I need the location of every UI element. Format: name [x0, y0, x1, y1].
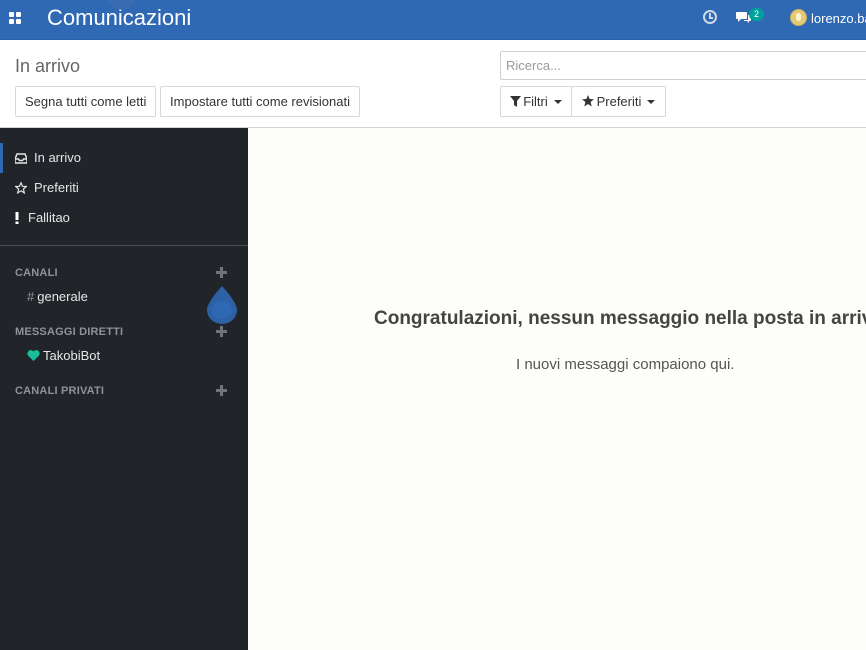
add-direct-message-icon[interactable]: [216, 326, 227, 337]
mark-all-reviewed-button[interactable]: Impostare tutti come revisionati: [160, 86, 360, 117]
add-channel-icon[interactable]: [216, 267, 227, 278]
channel-item-generale[interactable]: # generale: [27, 289, 88, 304]
sidebar-item-label: Fallitao: [28, 210, 70, 225]
direct-message-item-takobibot[interactable]: TakobiBot: [27, 348, 100, 363]
star-icon: [581, 95, 594, 107]
heart-icon: [27, 350, 40, 361]
chevron-down-icon: [553, 100, 562, 104]
empty-inbox-title: Congratulazioni, nessun messaggio nella …: [374, 308, 866, 329]
cursor-marker: [207, 286, 237, 324]
channels-header: CANALI: [15, 267, 58, 279]
private-channels-header: CANALI PRIVATI: [15, 385, 105, 397]
search-input[interactable]: [500, 51, 866, 80]
inbox-icon: [15, 153, 27, 164]
sidebar-item-starred[interactable]: Preferiti: [0, 173, 248, 203]
user-avatar[interactable]: [790, 9, 807, 26]
hash-icon: #: [27, 289, 35, 304]
sidebar-item-label: In arrivo: [34, 150, 81, 165]
filter-icon: [510, 96, 522, 107]
direct-message-label: TakobiBot: [43, 348, 101, 363]
control-panel: In arrivo Segna tutti come letti Imposta…: [0, 41, 866, 128]
top-navbar: Comunicazioni 2 lorenzo.ba: [0, 0, 866, 40]
channel-label: generale: [37, 289, 88, 304]
chat-badge: 2: [749, 8, 764, 21]
activity-clock-icon[interactable]: [703, 10, 717, 24]
filters-button[interactable]: Filtri: [500, 86, 572, 117]
apps-menu-icon[interactable]: [9, 12, 21, 24]
user-menu[interactable]: lorenzo.ba: [811, 11, 866, 26]
mark-all-read-button[interactable]: Segna tutti come letti: [15, 86, 156, 117]
sidebar-item-inbox[interactable]: In arrivo: [0, 143, 248, 173]
exclamation-icon: [15, 212, 19, 224]
favorites-button[interactable]: Preferiti: [571, 86, 666, 117]
sidebar-divider: [0, 245, 248, 246]
chevron-down-icon: [647, 100, 656, 104]
favorites-label: Preferiti: [596, 94, 642, 109]
filters-label: Filtri: [523, 94, 548, 109]
page-title: In arrivo: [15, 56, 81, 76]
direct-messages-header: MESSAGGI DIRETTI: [15, 326, 124, 338]
main-thread-area: Congratulazioni, nessun messaggio nella …: [248, 128, 866, 650]
add-private-channel-icon[interactable]: [216, 385, 227, 396]
sidebar-item-failed[interactable]: Fallitao: [0, 203, 248, 233]
discuss-sidebar: In arrivo Preferiti Fallitao CANALI # gen…: [0, 128, 248, 650]
empty-inbox-subtitle: I nuovi messaggi compaiono qui.: [516, 356, 735, 373]
star-icon: [15, 182, 27, 194]
sidebar-item-label: Preferiti: [34, 180, 79, 195]
